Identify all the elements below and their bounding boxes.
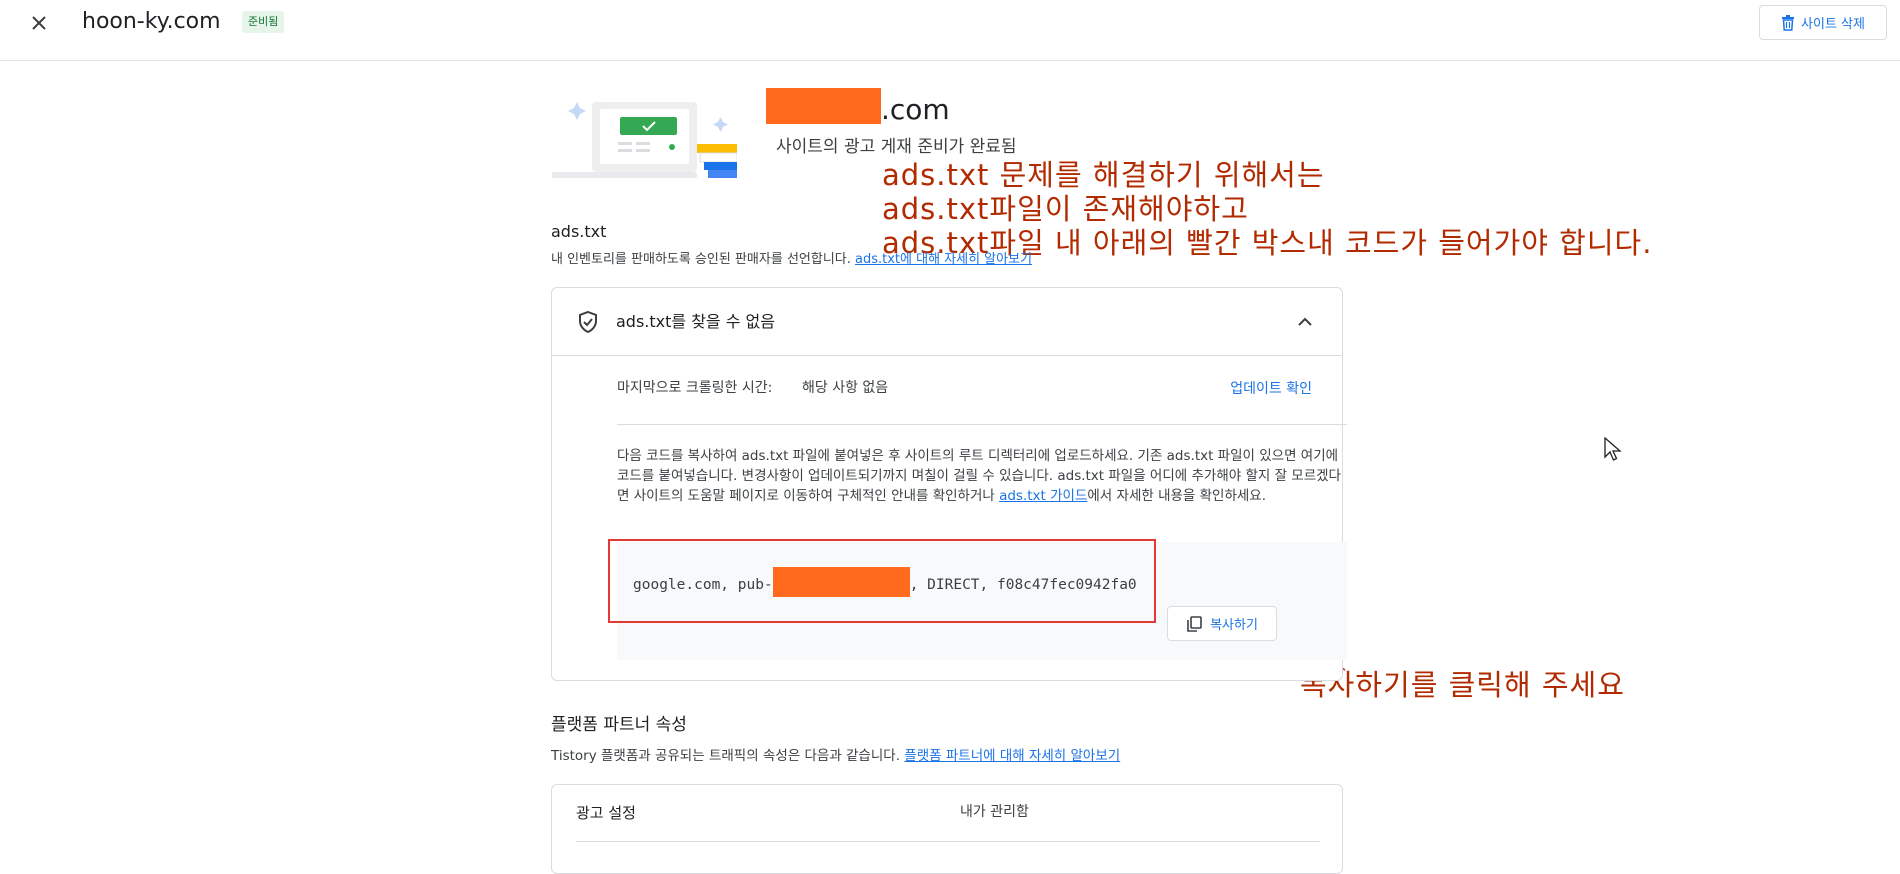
trash-icon [1782, 14, 1795, 31]
ads-txt-instructions: 다음 코드를 복사하여 ads.txt 파일에 붙여넣은 후 사이트의 루트 디… [617, 446, 1347, 506]
copy-icon [1187, 615, 1202, 632]
mouse-cursor-icon [1604, 437, 1622, 461]
platform-partner-description-text: Tistory 플랫폼과 공유되는 트래픽의 속성은 다음과 같습니다. [551, 748, 900, 764]
divider [576, 841, 1320, 842]
ready-status-text: 사이트의 광고 게재 준비가 완료됨 [776, 137, 1017, 157]
ads-txt-card-header[interactable]: ads.txt를 찾을 수 없음 [552, 288, 1342, 356]
instructions-suffix: 에서 자세한 내용을 확인하세요. [1087, 488, 1267, 504]
ads-txt-guide-link[interactable]: ads.txt 가이드 [999, 488, 1087, 504]
platform-partner-card: 광고 설정 내가 관리함 [551, 784, 1343, 874]
delete-site-label: 사이트 삭제 [1801, 17, 1865, 32]
annotation-line: ads.txt파일이 존재해야하고 [882, 192, 1249, 226]
ads-txt-status: ads.txt를 찾을 수 없음 [616, 312, 775, 331]
ad-settings-value: 내가 관리함 [960, 804, 1029, 820]
platform-partner-description: Tistory 플랫폼과 공유되는 트래픽의 속성은 다음과 같습니다. 플랫폼… [551, 746, 1120, 766]
annotation-instructions: ads.txt 문제를 해결하기 위해서는 ads.txt파일이 존재해야하고 … [882, 158, 1652, 260]
shield-check-icon [579, 310, 597, 334]
annotation-line: ads.txt 문제를 해결하기 위해서는 [882, 158, 1325, 192]
top-bar: hoon-ky.com 준비됨 사이트 삭제 [0, 0, 1900, 61]
status-badge: 준비됨 [242, 11, 285, 33]
ads-txt-description-text: 내 인벤토리를 판매하도록 승인된 판매자를 선언합니다. [551, 252, 851, 267]
check-update-link[interactable]: 업데이트 확인 [1192, 379, 1312, 399]
close-button[interactable] [26, 10, 52, 36]
code-suffix: , DIRECT, f08c47fec0942fa0 [909, 577, 1137, 593]
copy-button-label: 복사하기 [1210, 618, 1258, 633]
code-prefix: google.com, pub- [633, 577, 773, 593]
ads-txt-heading: ads.txt [551, 222, 607, 241]
ads-txt-card: ads.txt를 찾을 수 없음 마지막으로 크롤링한 시간: 해당 사항 없음… [551, 287, 1347, 681]
last-crawled-label: 마지막으로 크롤링한 시간: [617, 380, 773, 396]
close-icon [32, 16, 46, 30]
chevron-up-icon[interactable] [1293, 310, 1317, 334]
delete-site-button[interactable]: 사이트 삭제 [1759, 5, 1887, 40]
redacted-publisher-id [772, 567, 910, 597]
ads-txt-learn-more-link[interactable]: ads.txt에 대해 자세히 알아보기 [855, 252, 1032, 267]
platform-partner-heading: 플랫폼 파트너 속성 [551, 715, 687, 735]
platform-partner-learn-more-link[interactable]: 플랫폼 파트너에 대해 자세히 알아보기 [904, 748, 1120, 764]
redacted-domain [766, 88, 881, 124]
divider [617, 424, 1347, 425]
site-name: hoon-ky.com [82, 9, 221, 34]
ads-txt-description: 내 인벤토리를 판매하도록 승인된 판매자를 선언합니다. ads.txt에 대… [551, 251, 1032, 269]
ads-txt-code-box: google.com, pub- , DIRECT, f08c47fec0942f… [608, 539, 1347, 660]
last-crawled-value: 해당 사항 없음 [802, 380, 889, 396]
ads-txt-code: google.com, pub- , DIRECT, f08c47fec0942f… [633, 567, 1137, 597]
copy-button[interactable]: 복사하기 [1167, 606, 1277, 641]
annotation-copy-hint: 복사하기를 클릭해 주세요 [1300, 668, 1625, 702]
laptop-check-illustration [552, 102, 737, 178]
ad-settings-label: 광고 설정 [576, 804, 636, 822]
